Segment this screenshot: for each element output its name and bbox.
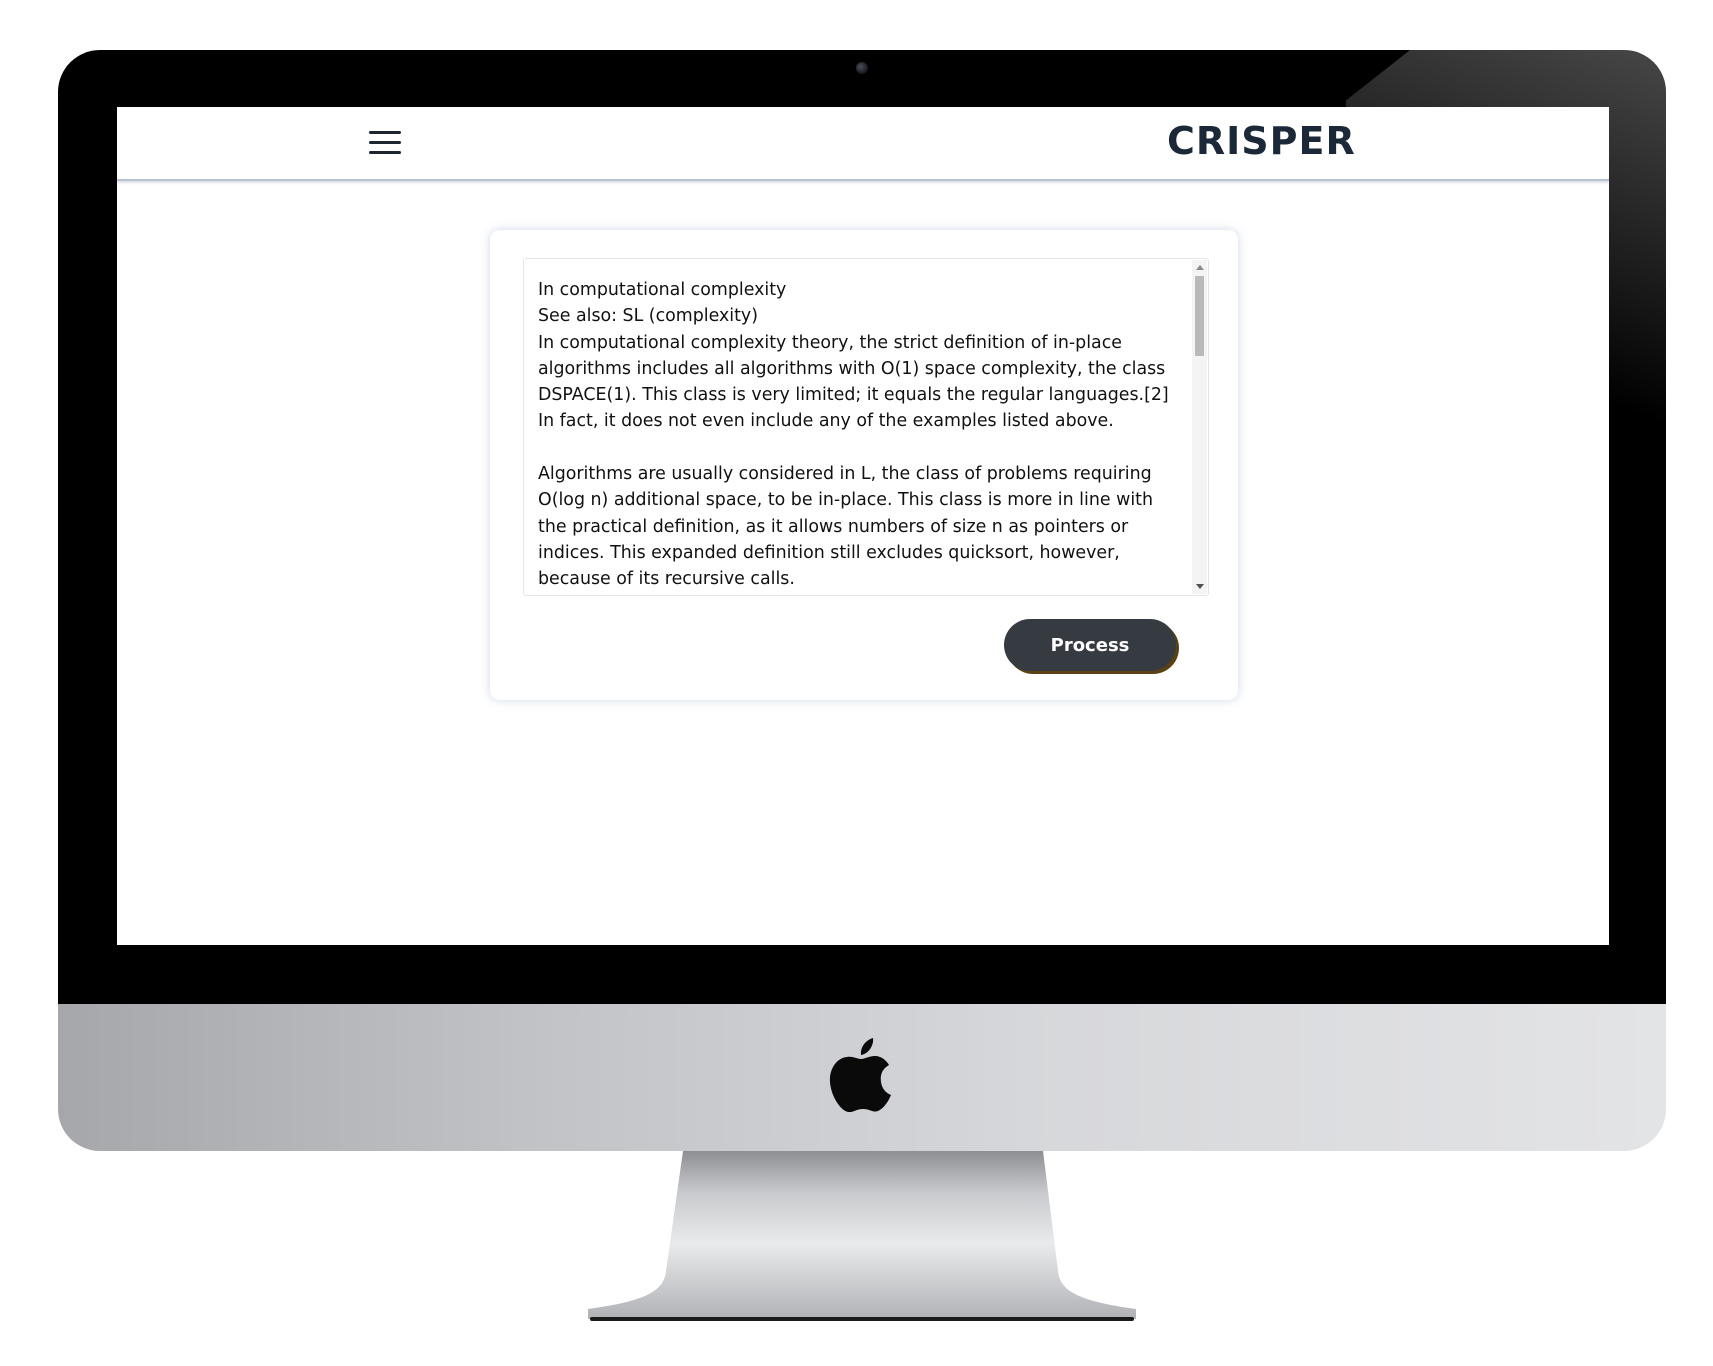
process-button[interactable]: Process [1004,619,1176,671]
text-input-content[interactable]: In computational complexity See also: SL… [538,277,1178,593]
scroll-thumb[interactable] [1195,276,1204,356]
top-navbar: CRISPER [117,107,1609,181]
textarea-scrollbar[interactable] [1192,260,1207,594]
monitor-stand [588,1151,1136,1321]
camera-icon [856,62,868,74]
brand-logo-text[interactable]: CRISPER [1167,117,1377,165]
hamburger-menu-icon[interactable] [369,129,403,157]
text-input-area[interactable]: In computational complexity See also: SL… [523,258,1209,596]
scroll-down-arrow-icon[interactable] [1196,584,1204,589]
browser-viewport: CRISPER In computational complexity See … [117,107,1609,945]
apple-logo-icon [829,1038,891,1112]
scroll-up-arrow-icon[interactable] [1196,265,1204,270]
